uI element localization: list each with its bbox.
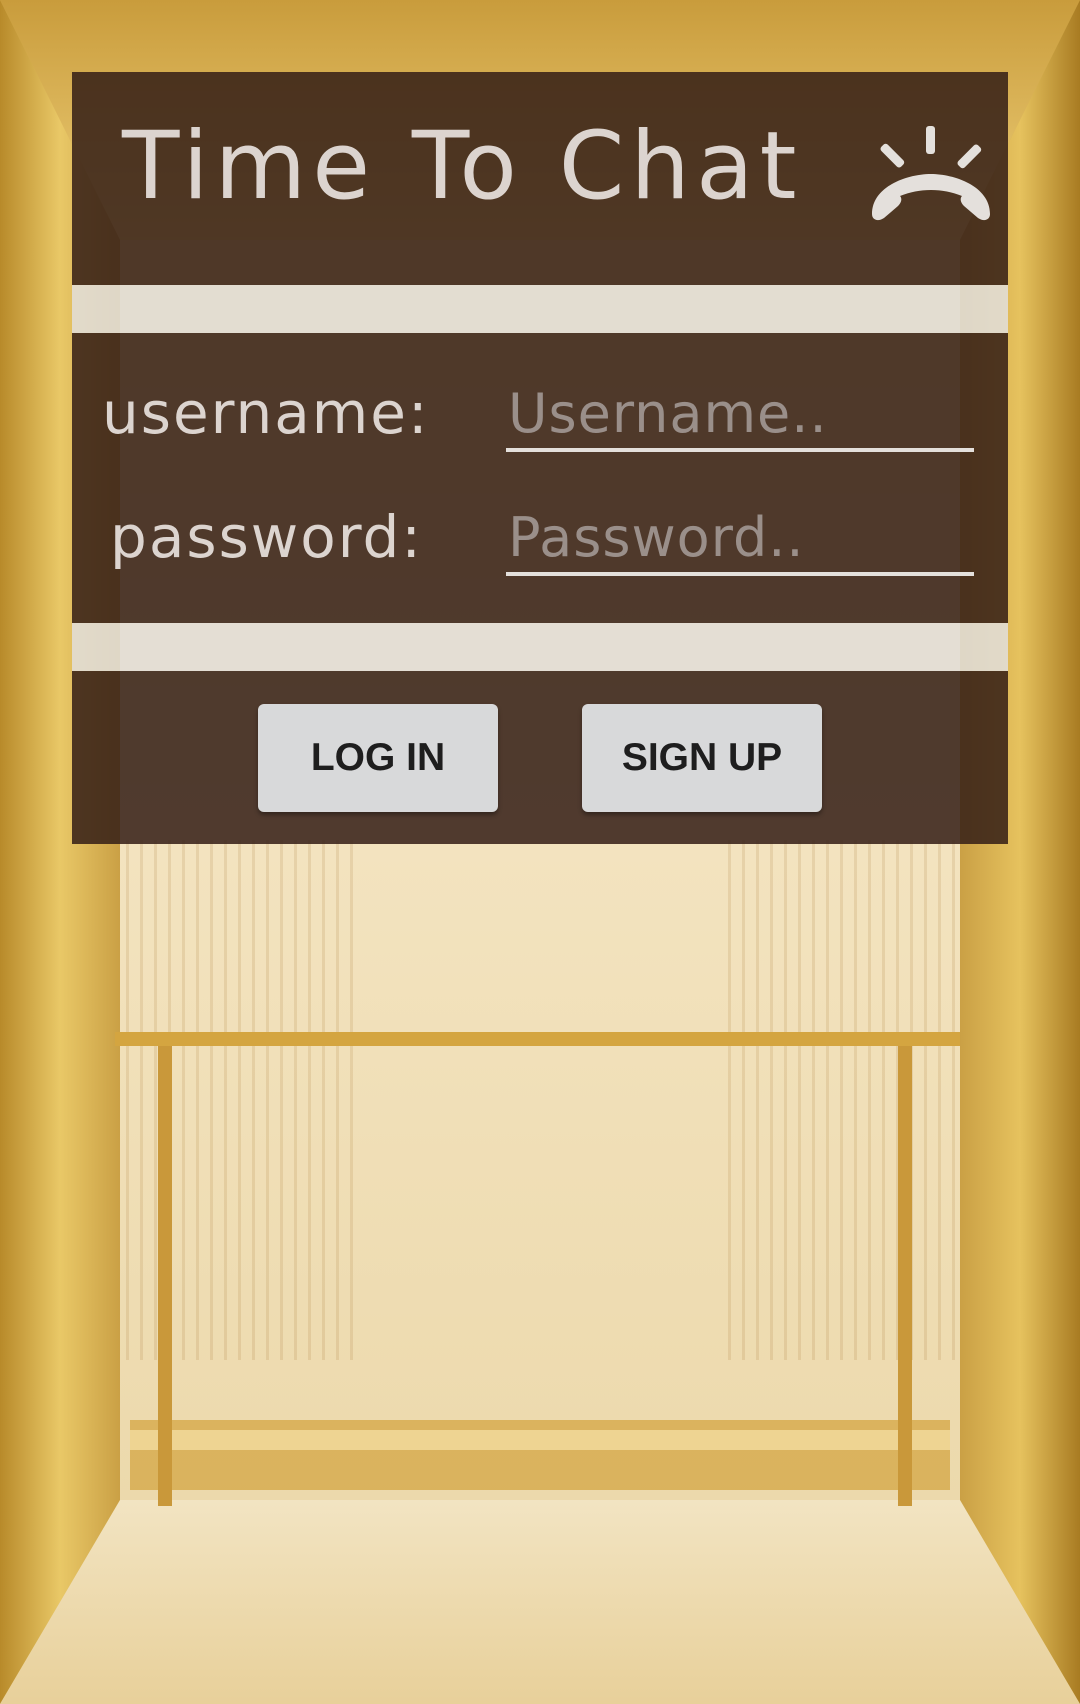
login-card: Time To Chat username: password: LOG IN … [72, 72, 1008, 844]
login-form [72, 333, 1008, 623]
app-header: Time To Chat [72, 72, 1008, 285]
login-button[interactable]: LOG IN [258, 704, 498, 812]
username-input[interactable] [506, 378, 974, 448]
signup-button[interactable]: SIGN UP [582, 704, 822, 812]
password-label: password: [110, 503, 423, 571]
password-input[interactable] [506, 502, 974, 572]
divider [72, 623, 1008, 671]
username-field-wrapper [506, 378, 974, 452]
button-bar [72, 671, 1008, 844]
password-field-wrapper [506, 502, 974, 576]
divider [72, 285, 1008, 333]
app-title: Time To Chat [122, 112, 803, 221]
phone-hangup-icon [872, 126, 990, 221]
username-label: username: [102, 379, 430, 447]
